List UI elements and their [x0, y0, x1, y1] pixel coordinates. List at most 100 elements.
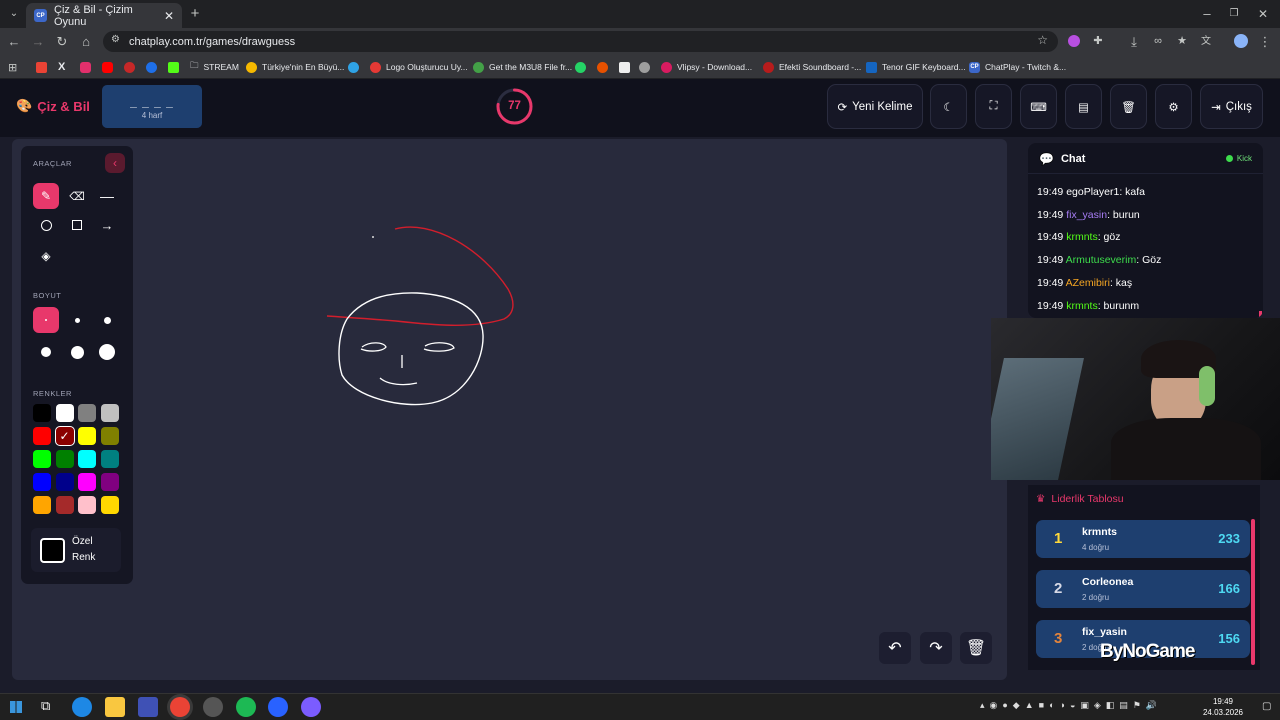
exit-button[interactable]: ⇥ Çıkış	[1200, 84, 1263, 129]
color-swatch[interactable]	[55, 496, 74, 514]
color-swatch[interactable]	[78, 404, 96, 422]
color-swatch[interactable]	[78, 450, 96, 468]
discord-taskbar-icon[interactable]	[301, 697, 321, 717]
download-icon[interactable]: ⤓	[1126, 28, 1142, 55]
bookmark-blue[interactable]	[146, 55, 157, 79]
fullscreen-button[interactable]: ⛶	[975, 84, 1012, 129]
color-swatch[interactable]	[55, 450, 74, 468]
message-user[interactable]: Armutuseverim	[1066, 254, 1137, 266]
size-6[interactable]	[94, 339, 120, 365]
collapse-panel-button[interactable]: ‹	[105, 153, 125, 173]
bookmark-efekti[interactable]: Efekti Soundboard -...	[763, 55, 861, 79]
color-swatch[interactable]	[100, 450, 119, 468]
app-taskbar-icon[interactable]	[268, 697, 288, 717]
brush-tool[interactable]: ✎	[33, 183, 59, 209]
color-swatch[interactable]	[33, 427, 51, 445]
system-tray-icons[interactable]: ▴◉●◆▲■◐◑◒▣◈◧▤⚑🔊	[980, 700, 1162, 711]
color-swatch[interactable]	[100, 496, 119, 514]
bookmark-m3u8[interactable]: Get the M3U8 File fr...	[473, 55, 572, 79]
message-user[interactable]: egoPlayer1	[1066, 186, 1119, 198]
rectangle-tool[interactable]	[64, 212, 90, 238]
color-swatch[interactable]: ✓	[54, 426, 75, 446]
bookmark-youtube[interactable]	[102, 55, 113, 79]
chrome-taskbar-icon[interactable]	[170, 697, 190, 717]
eraser-tool[interactable]: ⌫	[64, 183, 90, 209]
explorer-taskbar-icon[interactable]	[105, 697, 125, 717]
extension-icon[interactable]	[1068, 35, 1080, 47]
message-user[interactable]: fix_yasin	[1066, 209, 1107, 221]
translate-icon[interactable]: 文	[1198, 28, 1214, 55]
size-4[interactable]	[33, 339, 59, 365]
notification-icon[interactable]: ▢	[1262, 701, 1271, 712]
bookmark-gray[interactable]	[639, 55, 650, 79]
chat-scrollbar[interactable]	[1259, 311, 1262, 318]
size-3[interactable]	[94, 307, 120, 333]
delete-button[interactable]: 🗑	[1110, 84, 1147, 129]
color-swatch[interactable]	[78, 473, 96, 491]
message-user[interactable]: krmnts	[1066, 231, 1098, 243]
color-swatch[interactable]	[100, 404, 119, 422]
apps-grid-icon[interactable]: ⊞	[8, 55, 17, 79]
bookmark-chatplay[interactable]: CP ChatPlay - Twitch &...	[969, 55, 1066, 79]
drawing-canvas[interactable]: ↶ ↷ 🗑	[12, 139, 1007, 680]
browser-tab[interactable]: CP Çiz & Bil - Çizim Oyunu ✕	[26, 3, 182, 28]
edge-taskbar-icon[interactable]	[72, 697, 92, 717]
new-tab-icon[interactable]: +	[186, 0, 204, 28]
color-swatch[interactable]	[78, 496, 96, 514]
restore-icon[interactable]: ❐	[1223, 0, 1245, 28]
redo-button[interactable]: ↷	[920, 632, 952, 664]
forward-icon[interactable]: →	[29, 28, 47, 55]
bookmark-stream[interactable]: 🗀 STREAM	[190, 55, 239, 79]
circle-tool[interactable]	[33, 212, 59, 238]
reload-icon[interactable]: ↻	[53, 28, 71, 55]
color-swatch[interactable]	[33, 404, 51, 422]
bookmark-vlipsy[interactable]: Vlipsy - Download...	[661, 55, 752, 79]
link-icon[interactable]: ∞	[1150, 28, 1166, 55]
fill-tool[interactable]: ◈	[33, 243, 59, 269]
bookmark-gmail[interactable]	[36, 55, 47, 79]
store-taskbar-icon[interactable]	[138, 697, 158, 717]
back-icon[interactable]: ←	[5, 28, 23, 55]
message-user[interactable]: AZemibiri	[1066, 277, 1110, 289]
task-view-icon[interactable]: ⧉	[41, 698, 50, 714]
bookmark-red[interactable]	[124, 55, 135, 79]
color-swatch[interactable]	[78, 427, 96, 445]
keyboard-button[interactable]: ⌨	[1020, 84, 1057, 129]
size-1[interactable]	[33, 307, 59, 333]
app-logo[interactable]: 🎨 Çiz & Bil	[16, 98, 90, 114]
dark-mode-button[interactable]: ☾	[930, 84, 967, 129]
message-user[interactable]: krmnts	[1066, 300, 1098, 312]
bookmark-star-icon[interactable]: ☆	[1037, 33, 1048, 47]
bookmark-whatsapp[interactable]	[575, 55, 586, 79]
url-field[interactable]: ⚙ chatplay.com.tr/games/drawguess ☆	[103, 31, 1058, 52]
custom-color-button[interactable]: Özel Renk	[31, 528, 121, 572]
arrow-tool[interactable]: →	[94, 212, 120, 238]
menu-dots-icon[interactable]: ⋮	[1258, 28, 1272, 55]
tab-search-icon[interactable]: ⌄	[3, 0, 25, 28]
obs-taskbar-icon[interactable]	[203, 697, 223, 717]
size-2[interactable]	[64, 307, 90, 333]
bookmark-edge[interactable]	[348, 55, 359, 79]
color-swatch[interactable]	[100, 473, 119, 491]
site-info-icon[interactable]: ⚙	[111, 34, 120, 45]
settings-button[interactable]: ⚙	[1155, 84, 1192, 129]
extensions-puzzle-icon[interactable]: ✚	[1090, 28, 1106, 55]
color-swatch[interactable]	[33, 450, 51, 468]
clock[interactable]: 19:49 24.03.2026	[1200, 696, 1246, 718]
close-window-icon[interactable]: ✕	[1252, 0, 1274, 28]
bookmark-kick[interactable]	[168, 55, 179, 79]
profile-avatar[interactable]	[1234, 34, 1248, 48]
bookmark-white[interactable]	[619, 55, 630, 79]
bookmark-turkiye[interactable]: Türkiye'nin En Büyü...	[246, 55, 344, 79]
leaderboard-scrollbar[interactable]	[1251, 519, 1255, 665]
favorites-icon[interactable]: ★	[1174, 28, 1190, 55]
line-tool[interactable]: —	[94, 183, 120, 209]
size-5[interactable]	[64, 339, 90, 365]
spotify-taskbar-icon[interactable]	[236, 697, 256, 717]
minimize-icon[interactable]: –	[1196, 0, 1218, 28]
clear-canvas-button[interactable]: 🗑	[960, 632, 992, 664]
new-word-button[interactable]: ⟳ Yeni Kelime	[827, 84, 923, 129]
bookmark-logo[interactable]: Logo Oluşturucu Uy...	[370, 55, 468, 79]
bookmark-x[interactable]: X	[58, 55, 65, 79]
undo-button[interactable]: ↶	[879, 632, 911, 664]
